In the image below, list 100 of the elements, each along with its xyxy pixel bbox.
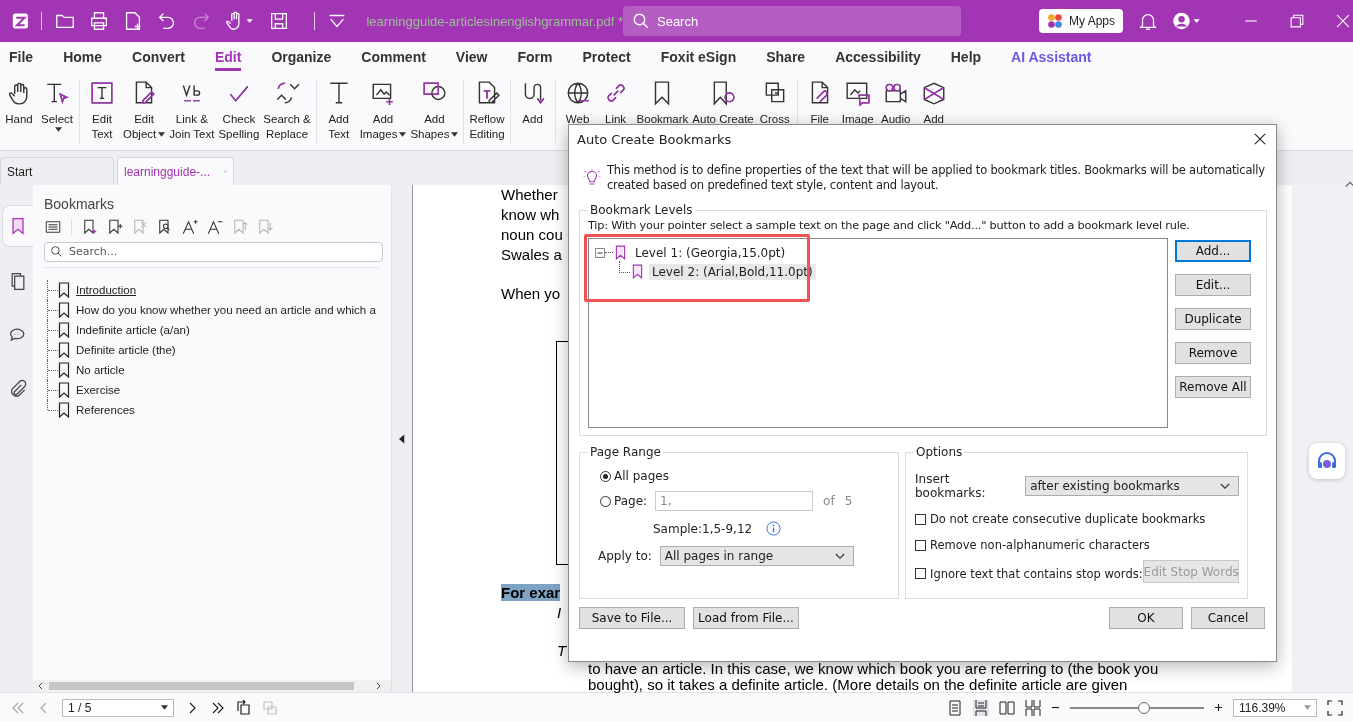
document-text: Whether [501, 185, 558, 205]
of-label: of [823, 494, 835, 508]
ribbon-button[interactable]: Add Shapes [408, 80, 461, 142]
menu-tab[interactable]: View [455, 47, 488, 71]
continuous-page-icon[interactable] [973, 699, 989, 716]
app-logo-icon[interactable] [12, 11, 29, 31]
menu-tab[interactable]: AI Assistant [1011, 47, 1092, 71]
menu-tab[interactable]: Foxit eSign [660, 47, 737, 71]
full-screen-icon[interactable] [1327, 699, 1343, 716]
document-tab[interactable]: Start [0, 157, 114, 185]
menu-tab[interactable]: Help [950, 47, 982, 71]
dialog-button[interactable]: Load from File... [693, 607, 799, 629]
caret-icon [161, 705, 168, 710]
dialog-button[interactable]: Duplicate [1175, 308, 1251, 330]
ribbon-button[interactable]: Edit Object [121, 80, 168, 142]
ribbon-button[interactable]: Edit Text [83, 80, 121, 142]
bookmark-item[interactable]: Exercise [76, 384, 121, 396]
zoom-in-icon[interactable] [1214, 703, 1223, 712]
dialog-button[interactable]: Remove [1175, 342, 1251, 364]
menu-tab[interactable]: Organize [271, 47, 332, 71]
apply-dropdown[interactable]: All pages in range [659, 546, 854, 566]
font-decrease-icon[interactable] [206, 218, 224, 236]
ribbon-button[interactable]: Add Text [319, 80, 358, 142]
rotate-page-icon[interactable] [236, 699, 252, 716]
checkbox-option[interactable]: Do not create consecutive duplicate bookmarks [915, 512, 1206, 526]
menu-tab[interactable]: File [9, 47, 34, 71]
checkbox-option[interactable]: Ignore text that contains stop words: [915, 566, 1143, 581]
menu-tab[interactable]: Convert [132, 47, 185, 71]
menu-tab[interactable]: Share [766, 47, 806, 71]
menu-tab[interactable]: Edit [214, 47, 242, 71]
single-page-icon[interactable] [947, 699, 963, 716]
two-page-continuous-icon[interactable] [1025, 699, 1041, 716]
dialog-button[interactable]: OK [1109, 607, 1183, 629]
tree-item[interactable]: Level 1: (Georgia,15.0pt) [632, 244, 789, 261]
menu-tab[interactable]: Form [517, 47, 553, 71]
dialog-button[interactable]: Add... [1175, 240, 1251, 262]
apps-icon [1047, 13, 1063, 29]
group-label: Bookmark Levels [589, 203, 694, 217]
document-tab[interactable]: learningguide-... [117, 157, 234, 185]
radio-option[interactable]: Page: [600, 494, 648, 508]
page-total: 5 [844, 494, 853, 508]
bookmark-item[interactable]: No article [76, 364, 125, 376]
bookmark-icon [58, 362, 70, 378]
collapse-toggle-icon[interactable] [595, 247, 605, 258]
search-icon [632, 12, 650, 30]
my-apps-button[interactable]: My Apps [1039, 9, 1123, 33]
dialog-button[interactable]: Save to File... [579, 607, 685, 629]
bookmark-icon [58, 302, 70, 318]
ribbon-button[interactable]: Search & Replace [261, 80, 313, 142]
bookmark-item[interactable]: Introduction [76, 284, 137, 296]
document-text: bought), so it takes a definite article. (More details on the definite article are given [588, 677, 1128, 693]
ribbon-button[interactable]: Select [38, 80, 76, 132]
bookmark-item[interactable]: References [76, 404, 135, 416]
two-page-icon[interactable] [999, 699, 1015, 716]
ai-assistant-icon[interactable] [1309, 443, 1345, 479]
ribbon-button[interactable]: Add Images [357, 80, 409, 142]
bookmark-sparkle-icon[interactable] [81, 218, 99, 236]
hand-icon[interactable] [223, 10, 256, 32]
menu-tab[interactable]: Home [63, 47, 103, 71]
dialog-button[interactable]: Remove All [1175, 376, 1251, 398]
caret-icon [1304, 705, 1311, 710]
ribbon-button[interactable]: Hand [0, 80, 38, 132]
font-increase-icon[interactable] [181, 218, 199, 236]
bookmark-item[interactable]: How do you know whether you need an article and which a [76, 304, 376, 316]
bookmark-item[interactable]: Definite article (the) [76, 344, 176, 356]
group-label: Page Range [589, 445, 662, 459]
account-icon[interactable] [1171, 10, 1203, 32]
insert-dropdown[interactable]: after existing bookmarks [1025, 476, 1239, 496]
info-icon[interactable] [766, 521, 782, 536]
document-text: noun cou [501, 225, 563, 245]
sample-text: Sample:1,5-9,12 [653, 521, 753, 536]
bookmark-add-icon[interactable] [106, 218, 124, 236]
search-field[interactable]: Search [623, 6, 961, 36]
scrollbar-thumb[interactable] [49, 682, 354, 690]
dialog-button[interactable]: Edit... [1175, 274, 1251, 296]
search-field[interactable]: Search... [44, 241, 383, 262]
checkbox-option[interactable]: Remove non-alphanumeric characters [915, 538, 1150, 552]
chevron-up-icon[interactable] [1345, 180, 1353, 188]
ribbon-button[interactable]: Link & Join Text [167, 80, 217, 142]
radio-option[interactable]: All pages [600, 469, 890, 483]
bookmark-icon [632, 264, 643, 279]
collapse-panel-icon[interactable] [399, 433, 405, 444]
menu-tab[interactable]: Protect [582, 47, 631, 71]
page-field[interactable]: 1, [655, 491, 814, 511]
zoom-field[interactable]: 116.39% [1233, 698, 1317, 717]
list-icon[interactable] [44, 218, 62, 236]
menu-tab[interactable]: Accessibility [835, 47, 921, 71]
ribbon-button[interactable]: Web [558, 80, 597, 127]
caret-icon [451, 132, 459, 137]
ribbon-button[interactable]: Check Spelling [216, 80, 262, 142]
ribbon-button[interactable]: Reflow Editing [467, 80, 507, 142]
page-number-field[interactable]: 1 / 5 [62, 698, 174, 717]
ribbon-button[interactable]: File [800, 80, 839, 127]
image-icon [844, 80, 871, 106]
ribbon-button[interactable]: Add [513, 80, 552, 127]
ribbon-button[interactable]: Bookmark [634, 80, 691, 127]
ribbon-button[interactable]: Cross [755, 80, 794, 127]
menu-tab[interactable]: Comment [361, 47, 426, 71]
bookmark-item[interactable]: Indefinite article (a/an) [76, 324, 190, 336]
dialog-button[interactable]: Cancel [1191, 607, 1265, 629]
